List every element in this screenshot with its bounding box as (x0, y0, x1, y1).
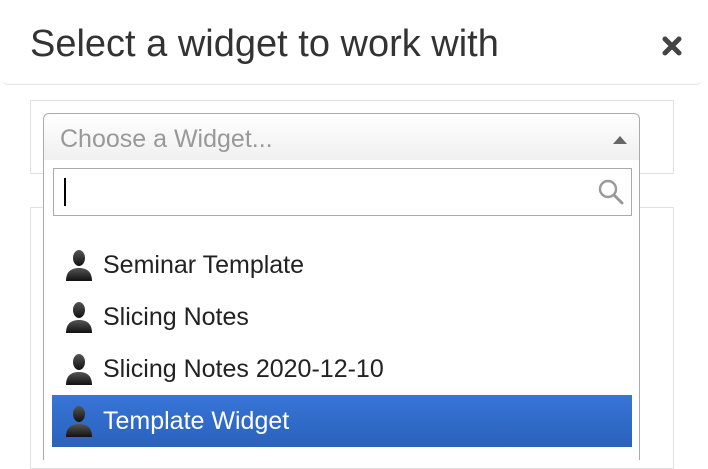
list-item-label: Slicing Notes 2020-12-10 (103, 355, 384, 383)
user-icon (66, 354, 92, 385)
list-item-label: Seminar Template (103, 251, 305, 279)
list-item[interactable]: Seminar Template (52, 239, 632, 291)
list-item[interactable]: Slicing Notes 2020-12-10 (52, 343, 632, 395)
widget-results-list: Seminar Template Slicing Notes Slicing N… (52, 222, 632, 448)
list-item-highlighted[interactable]: Template Widget (52, 395, 632, 447)
modal-title: Select a widget to work with (30, 23, 499, 65)
partial-list-item (70, 222, 90, 230)
modal-header: Select a widget to work with (2, 0, 702, 85)
widget-search-box[interactable] (53, 168, 632, 216)
close-button[interactable] (656, 30, 688, 62)
user-icon (66, 302, 92, 333)
caret-up-icon (613, 136, 627, 144)
widget-search-input[interactable] (54, 169, 584, 215)
widget-select-placeholder: Choose a Widget... (60, 125, 273, 153)
search-icon (598, 179, 624, 205)
close-x-icon (662, 36, 682, 56)
user-icon (66, 406, 92, 437)
list-item-label: Slicing Notes (103, 303, 249, 331)
user-icon-partial (70, 227, 90, 230)
list-item[interactable]: Slicing Notes (52, 291, 632, 343)
text-cursor (64, 178, 66, 206)
list-item-label: Template Widget (103, 407, 290, 435)
user-icon (66, 250, 92, 281)
